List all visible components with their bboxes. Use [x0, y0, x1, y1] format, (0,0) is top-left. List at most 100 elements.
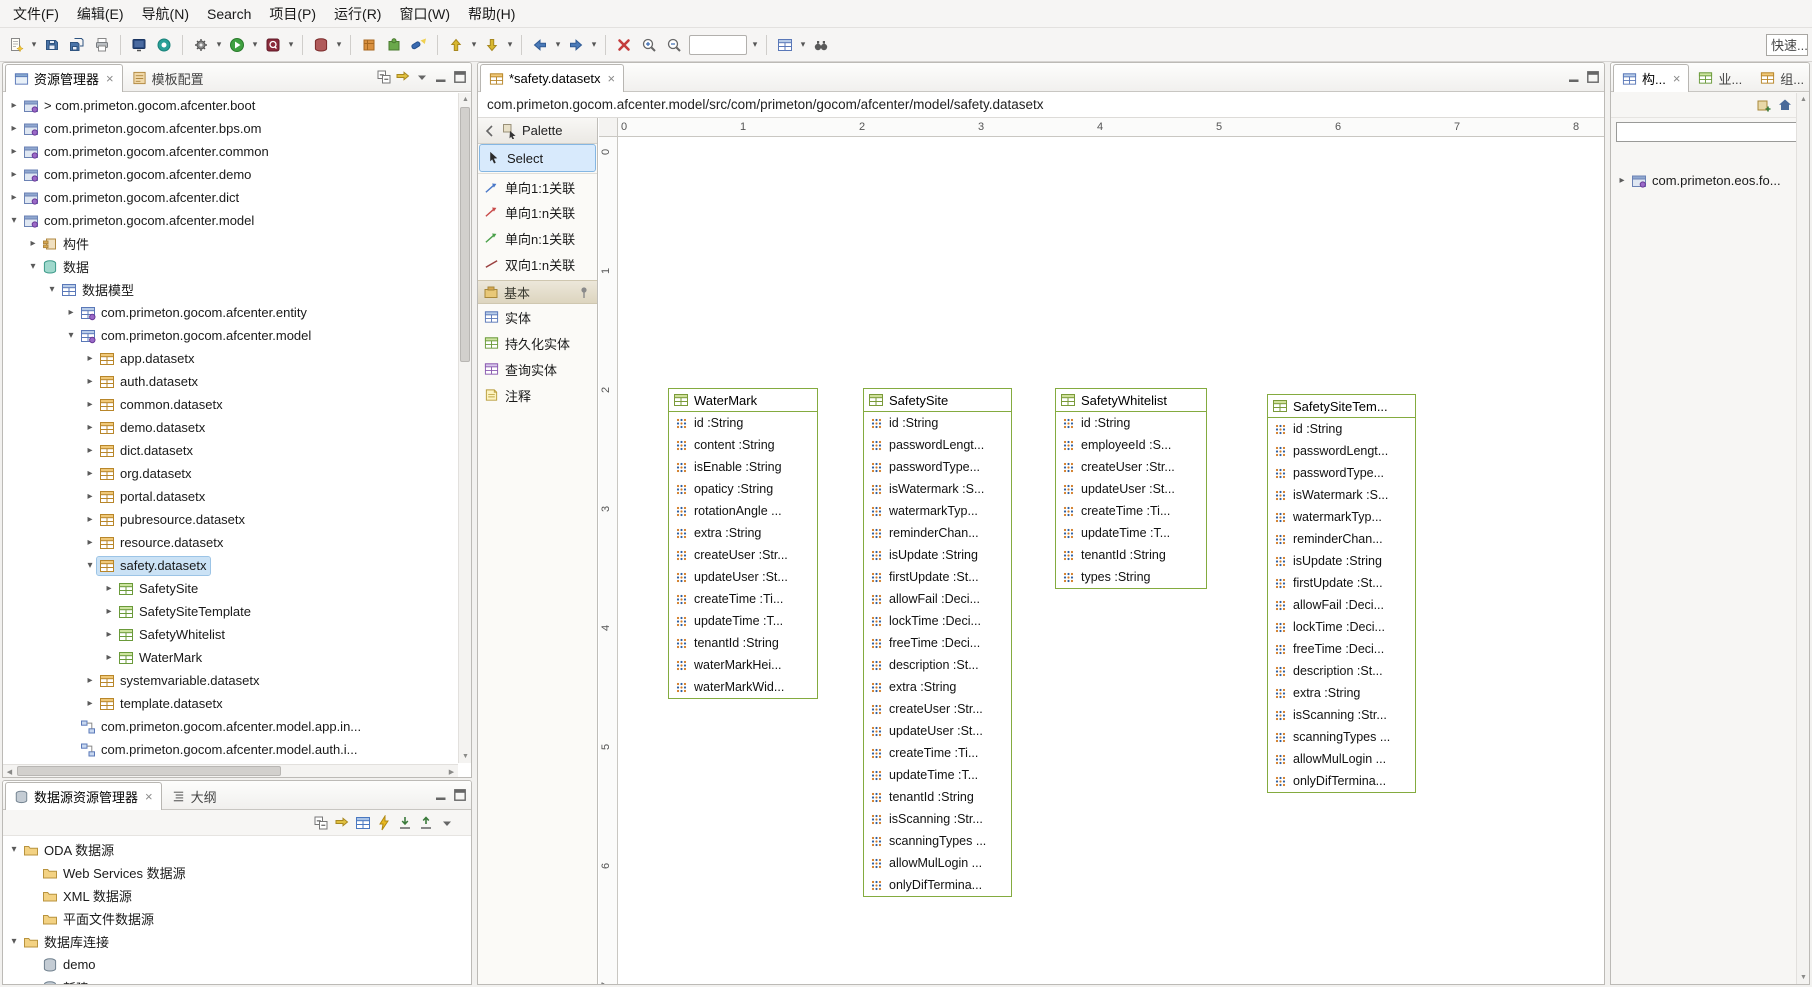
entity-header[interactable]: SafetySiteTem... [1268, 395, 1415, 418]
expand-chevron-icon[interactable]: ▸ [7, 100, 21, 111]
tree-item[interactable]: ▸portal.datasetx [3, 485, 458, 508]
entity-SafetyWhitelist[interactable]: SafetyWhitelistid :StringemployeeId :S..… [1055, 388, 1207, 589]
dropdown-caret-icon[interactable]: ▾ [589, 39, 599, 50]
entity-field[interactable]: description :St... [1268, 660, 1415, 682]
entity-field[interactable]: tenantId :String [669, 632, 817, 654]
tree-item[interactable]: ▸com.primeton.gocom.afcenter.demo [3, 163, 458, 186]
expand-chevron-icon[interactable]: ▸ [102, 583, 116, 594]
menu-item-5[interactable]: 运行(R) [325, 0, 390, 28]
expand-chevron-icon[interactable]: ▸ [7, 123, 21, 134]
scroll-down-icon[interactable]: ▼ [459, 750, 472, 763]
jar-icon[interactable] [357, 33, 381, 57]
expand-chevron-icon[interactable]: ▸ [83, 514, 97, 525]
entity-field[interactable]: passwordType... [1268, 462, 1415, 484]
entity-field[interactable]: extra :String [669, 522, 817, 544]
entity-field[interactable]: allowFail :Deci... [1268, 594, 1415, 616]
maximize-icon[interactable] [452, 69, 468, 85]
entity-field[interactable]: isWatermark :S... [864, 478, 1011, 500]
tree-item[interactable]: ▸SafetySite [3, 577, 458, 600]
tree-item[interactable]: ▸demo.datasetx [3, 416, 458, 439]
entity-field[interactable]: isUpdate :String [864, 544, 1011, 566]
view-menu-icon[interactable] [439, 815, 455, 831]
expand-chevron-icon[interactable]: ▸ [83, 468, 97, 479]
console-icon[interactable] [127, 33, 151, 57]
tab-safety-datasetx[interactable]: *safety.datasetx× [480, 64, 624, 92]
scroll-up-icon[interactable]: ▲ [459, 93, 472, 106]
entity-field[interactable]: updateUser :St... [1056, 478, 1206, 500]
expand-chevron-icon[interactable]: ▸ [7, 146, 21, 157]
dropdown-caret-icon[interactable]: ▾ [798, 39, 808, 50]
collapse-chevron-icon[interactable]: ▾ [7, 936, 21, 947]
menu-item-6[interactable]: 窗口(W) [390, 0, 459, 28]
entity-field[interactable]: tenantId :String [864, 786, 1011, 808]
tree-item[interactable]: XML 数据源 [3, 884, 471, 907]
expand-chevron-icon[interactable]: ▸ [7, 192, 21, 203]
previous-annotation-icon[interactable] [444, 33, 468, 57]
new-connection-icon[interactable] [376, 815, 392, 831]
palette-tool-query-entity[interactable]: 查询实体 [478, 356, 597, 382]
add-package-icon[interactable] [1756, 97, 1772, 113]
entity-WaterMark[interactable]: WaterMarkid :Stringcontent :StringisEnab… [668, 388, 818, 699]
palette-collapse-icon[interactable] [482, 123, 498, 139]
tab-components[interactable]: 构...× [1613, 64, 1689, 92]
entity-field[interactable]: updateTime :T... [1056, 522, 1206, 544]
expand-chevron-icon[interactable]: ▸ [102, 629, 116, 640]
link-with-editor-icon[interactable] [334, 815, 350, 831]
tree-item[interactable]: ▸com.primeton.gocom.afcenter.dict [3, 186, 458, 209]
entity-field[interactable]: waterMarkWid... [669, 676, 817, 698]
forward-icon[interactable] [564, 33, 588, 57]
scrollbar-thumb[interactable] [460, 107, 470, 362]
menu-item-7[interactable]: 帮助(H) [459, 0, 524, 28]
export-icon[interactable] [418, 815, 434, 831]
entity-field[interactable]: freeTime :Deci... [864, 632, 1011, 654]
palette-tool-relation-1-1[interactable]: 单向1:1关联 [478, 173, 597, 199]
tree-item[interactable]: ▸com.primeton.eos.fo... [1611, 169, 1796, 192]
home-icon[interactable] [1777, 97, 1793, 113]
tree-item[interactable]: ▸WaterMark [3, 646, 458, 669]
entity-field[interactable]: createUser :Str... [669, 544, 817, 566]
entity-field[interactable]: scanningTypes ... [1268, 726, 1415, 748]
entity-field[interactable]: tenantId :String [1056, 544, 1206, 566]
tree-item[interactable]: ▾数据库连接 [3, 930, 471, 953]
palette-tool-select[interactable]: Select [480, 145, 595, 171]
entity-field[interactable]: description :St... [864, 654, 1011, 676]
run-icon[interactable] [225, 33, 249, 57]
entity-field[interactable]: lockTime :Deci... [1268, 616, 1415, 638]
database-deploy-icon[interactable] [309, 33, 333, 57]
tree-item[interactable]: ▸common.datasetx [3, 393, 458, 416]
entity-SafetySiteTem[interactable]: SafetySiteTem...id :StringpasswordLengt.… [1267, 394, 1416, 793]
entity-field[interactable]: lockTime :Deci... [864, 610, 1011, 632]
expand-chevron-icon[interactable]: ▸ [83, 422, 97, 433]
quick-access-box[interactable]: 快速... [1766, 34, 1808, 56]
collapse-chevron-icon[interactable]: ▾ [64, 330, 78, 341]
entity-field[interactable]: updateTime :T... [864, 764, 1011, 786]
scroll-right-icon[interactable]: ▶ [445, 765, 458, 778]
entity-field[interactable]: isEnable :String [669, 456, 817, 478]
tab-outline[interactable]: 大纲 [162, 782, 226, 809]
entity-field[interactable]: createUser :Str... [864, 698, 1011, 720]
tree-item[interactable]: ▸app.datasetx [3, 347, 458, 370]
diagram-canvas[interactable]: WaterMarkid :Stringcontent :StringisEnab… [619, 138, 1604, 984]
expand-chevron-icon[interactable]: ▸ [26, 238, 40, 249]
entity-field[interactable]: reminderChan... [1268, 528, 1415, 550]
minimize-icon[interactable] [433, 787, 449, 803]
tree-item[interactable]: Web Services 数据源 [3, 861, 471, 884]
collapse-all-icon[interactable] [313, 815, 329, 831]
expand-chevron-icon[interactable]: ▸ [83, 376, 97, 387]
table-menu-icon[interactable] [773, 33, 797, 57]
tree-item[interactable]: ▸org.datasetx [3, 462, 458, 485]
collapse-chevron-icon[interactable]: ▾ [26, 261, 40, 272]
tree-item[interactable]: ▾com.primeton.gocom.afcenter.model [3, 324, 458, 347]
maximize-icon[interactable] [1585, 69, 1601, 85]
tree-item[interactable]: ▸resource.datasetx [3, 531, 458, 554]
entity-field[interactable]: updateTime :T... [669, 610, 817, 632]
save-icon[interactable] [40, 33, 64, 57]
tree-item[interactable]: ▸com.primeton.gocom.afcenter.bps.om [3, 117, 458, 140]
external-tools-icon[interactable] [189, 33, 213, 57]
entity-field[interactable]: onlyDifTermina... [1268, 770, 1415, 792]
entity-SafetySite[interactable]: SafetySiteid :StringpasswordLengt...pass… [863, 388, 1012, 897]
tab-datasource-explorer[interactable]: 数据源资源管理器× [5, 782, 162, 810]
vertical-scrollbar[interactable]: ▲ ▼ [458, 93, 471, 763]
entity-field[interactable]: allowMulLogin ... [1268, 748, 1415, 770]
palette-tool-note[interactable]: 注释 [478, 382, 597, 408]
